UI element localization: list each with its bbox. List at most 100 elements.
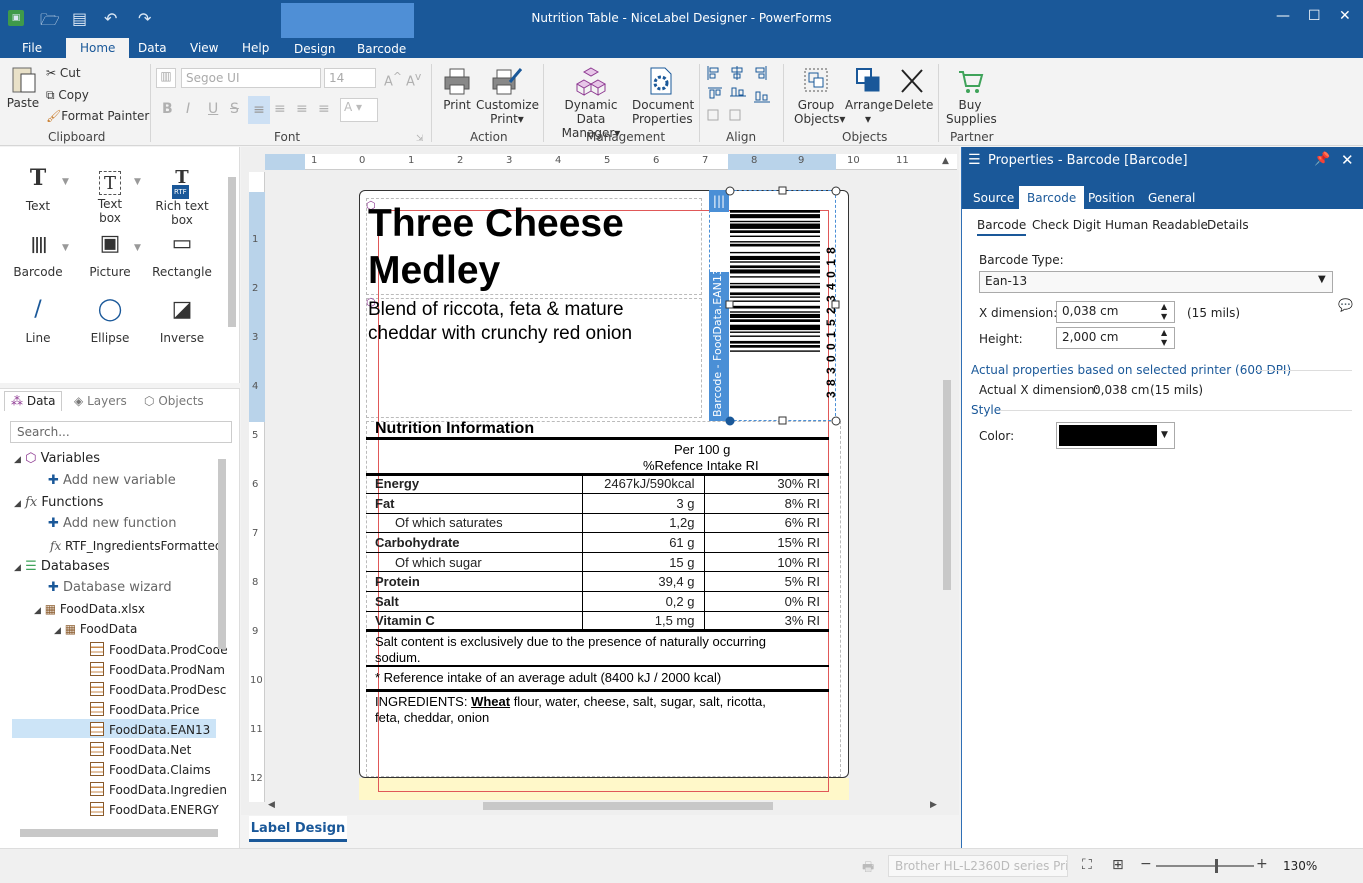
add-variable-link[interactable]: ✚ Add new variable [48,473,176,488]
toolbox-scrollbar[interactable] [228,177,236,327]
tab-data-panel[interactable]: ⁂ Data [4,391,63,411]
close-button[interactable]: ✕ [1339,8,1351,24]
print-button[interactable]: Print [440,66,474,112]
height-input[interactable]: 2,000 cm ▲ ▼ [1056,327,1175,349]
tab-design[interactable]: Design [294,42,335,56]
tree-functions[interactable]: ◢ fx Functions [14,495,103,510]
cut-button[interactable]: ✂ Cut [46,66,81,80]
barcode-type-select[interactable]: Ean-13 ▼ [979,271,1333,293]
font-dialog-launcher-icon[interactable]: ⇲ [416,132,424,146]
tab-barcode-props[interactable]: Barcode [1019,186,1085,209]
tree-horizontal-scrollbar[interactable] [20,829,218,837]
tool-rich-text-box[interactable]: T RTF Rich text box [147,169,217,228]
tab-barcode[interactable]: Barcode [357,42,406,56]
tree-field[interactable]: FoodData.ProdNam [90,662,225,677]
font-color-icon[interactable]: ▥ [156,68,176,88]
comment-icon[interactable]: 💬 [1338,298,1353,312]
text-color-picker[interactable]: A ▾ [340,98,378,122]
delete-button[interactable]: Delete [894,66,933,112]
tab-home[interactable]: Home [66,38,130,58]
subtab-human-readable[interactable]: Human Readable [1105,218,1208,232]
zoom-slider-thumb[interactable] [1214,859,1218,873]
buy-supplies-button[interactable]: Buy Supplies [946,66,997,126]
shrink-font-icon[interactable]: Av [406,70,421,89]
tree-variables[interactable]: ◢ ⬡ Variables [14,451,100,466]
add-function-link[interactable]: ✚ Add new function [48,516,176,531]
dynamic-data-manager-button[interactable]: Dynamic Data Manager▾ [552,66,630,140]
subtab-details[interactable]: Details [1207,218,1249,232]
tree-file[interactable]: ◢ ▦ FoodData.xlsx [34,602,145,616]
spinner-icon[interactable]: ▲ ▼ [1161,302,1167,322]
tree-vertical-scrollbar[interactable] [218,459,226,649]
tree-field[interactable]: FoodData.ENERGY [90,802,219,817]
format-painter-button[interactable]: 🖌Format Painter [46,109,149,123]
tab-layers[interactable]: ◈ Layers [74,394,127,408]
zoom-out-icon[interactable]: − [1140,856,1152,872]
bold-button[interactable]: B [162,102,173,116]
tool-ellipse[interactable]: ◯ Ellipse [75,299,145,346]
tab-position[interactable]: Position [1088,191,1135,205]
zoom-in-icon[interactable]: + [1256,856,1268,872]
canvas-horizontal-scrollbar[interactable] [483,802,773,810]
tab-help[interactable]: Help [242,41,269,55]
font-family-select[interactable]: Segoe UI [181,68,321,88]
pin-icon[interactable]: 📌 [1314,152,1330,167]
customize-print-button[interactable]: Customize Print▾ [476,66,539,126]
tool-inverse[interactable]: ◪ Inverse [147,299,217,346]
tool-rectangle[interactable]: ▭ Rectangle [147,233,217,280]
paste-button[interactable]: Paste [6,64,40,110]
tree-field[interactable]: FoodData.Ingredien [90,782,227,797]
tree-field[interactable]: FoodData.Net [90,742,191,757]
document-properties-button[interactable]: Document Properties [632,66,694,126]
distribute-icons[interactable] [706,108,772,124]
align-icons[interactable] [706,64,772,104]
align-right-icon[interactable]: ≡ [296,102,308,116]
italic-button[interactable]: I [186,102,190,116]
menu-icon[interactable]: ☰ [968,152,981,168]
font-size-select[interactable]: 14 [324,68,376,88]
tree-table[interactable]: ◢ ▦ FoodData [54,622,137,636]
tab-label-design[interactable]: Label Design [249,816,347,842]
scroll-left-icon[interactable]: ◀ [268,800,275,810]
align-center-icon[interactable]: ≡ [274,102,286,116]
underline-button[interactable]: U [208,102,218,116]
subtab-barcode[interactable]: Barcode [977,218,1027,236]
tab-general[interactable]: General [1148,191,1195,205]
canvas-vertical-scrollbar[interactable] [943,380,951,590]
tree-field-selected[interactable]: FoodData.EAN13 [90,722,210,737]
spinner-icon[interactable]: ▲ ▼ [1161,328,1167,348]
justify-icon[interactable]: ≡ [318,102,330,116]
subtab-check-digit[interactable]: Check Digit [1032,218,1101,232]
scroll-up-icon[interactable]: ▲ [942,156,949,166]
fit-width-icon[interactable]: ⊞ [1112,857,1124,873]
tab-source[interactable]: Source [973,191,1014,205]
tab-file[interactable]: File [22,41,42,55]
tab-view[interactable]: View [190,41,218,55]
tree-field[interactable]: FoodData.Price [90,702,200,717]
tree-databases[interactable]: ◢ ☰ Databases [14,559,110,574]
database-wizard-link[interactable]: ✚ Database wizard [48,580,172,595]
tree-field[interactable]: FoodData.ProdCode [90,642,228,657]
strikethrough-button[interactable]: S [230,102,239,116]
color-picker[interactable]: ▼ [1056,422,1175,449]
tab-objects[interactable]: ⬡ Objects [144,394,204,408]
x-dimension-input[interactable]: 0,038 cm ▲ ▼ [1056,301,1175,323]
minimize-button[interactable]: — [1276,8,1290,24]
tree-field[interactable]: FoodData.ProdDesc [90,682,226,697]
printer-select[interactable]: Brother HL-L2360D series Prir ▾ [888,855,1068,877]
tree-rtf-function[interactable]: fx RTF_IngredientsFormatted [50,539,222,553]
tab-data[interactable]: Data [138,41,167,55]
tool-line[interactable]: / Line [3,299,73,346]
scroll-right-icon[interactable]: ▶ [930,800,937,810]
group-objects-button[interactable]: Group Objects▾ [794,66,845,126]
search-input[interactable]: Search... [10,421,232,443]
grow-font-icon[interactable]: A^ [384,70,402,89]
arrange-button[interactable]: Arrange ▾ [845,66,893,126]
copy-button[interactable]: ⧉ Copy [46,88,89,102]
align-left-icon[interactable]: ≡ [248,96,270,124]
zoom-slider-track[interactable] [1156,865,1254,867]
tree-field[interactable]: FoodData.Claims [90,762,211,777]
selection-handles[interactable] [722,183,844,431]
maximize-button[interactable]: ☐ [1308,8,1321,24]
close-panel-icon[interactable]: ✕ [1341,151,1354,169]
